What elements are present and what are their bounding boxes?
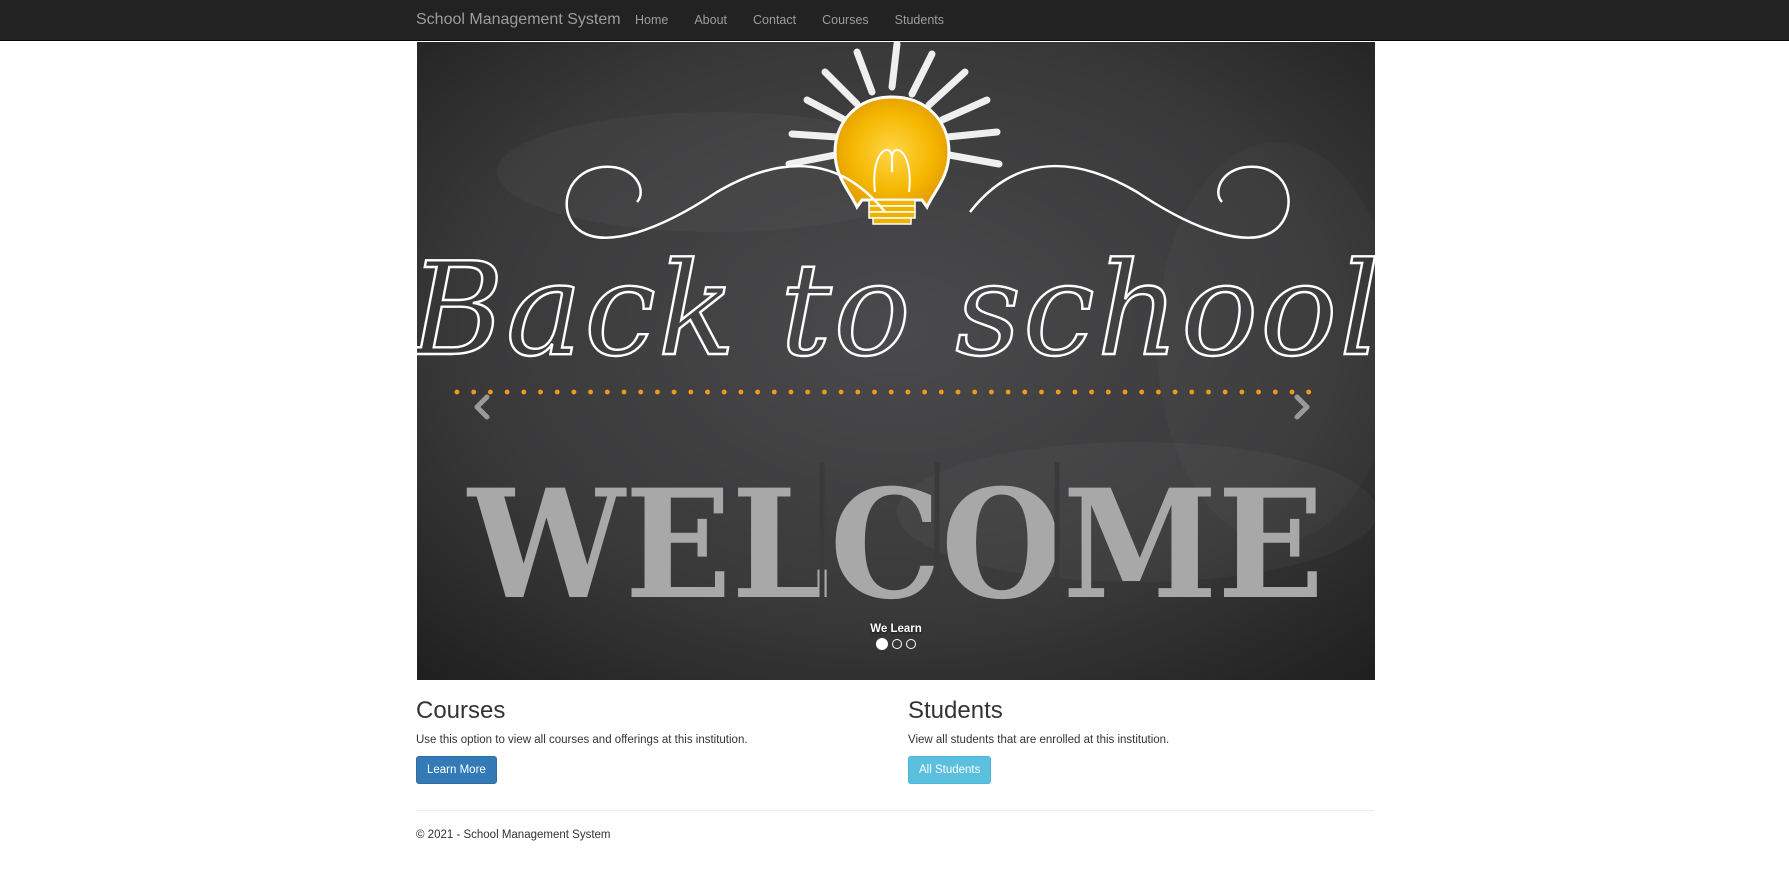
nav-link-about[interactable]: About [694,0,727,40]
carousel-slide-image: Back to school WELCOME [417,42,1375,680]
divider-dot [838,389,844,395]
carousel-next-control[interactable] [1287,387,1317,427]
chevron-right-icon [1294,394,1310,420]
nav-link-home[interactable]: Home [635,0,668,40]
nav-link-contact[interactable]: Contact [753,0,796,40]
divider-dot [1055,389,1061,395]
divider-dot [655,389,660,395]
divider-dot [938,389,944,395]
divider-dot [504,389,510,395]
divider-dot [1256,389,1261,395]
divider-dot [1139,389,1145,395]
divider-dot [955,389,961,395]
students-section: Students View all students that are enro… [908,694,1368,784]
navbar-brand[interactable]: School Management System [416,0,621,40]
divider-dot [1206,389,1211,395]
divider-dot [1072,389,1078,395]
divider-dot [822,389,827,395]
chevron-left-icon [474,394,490,420]
footer-divider [416,810,1374,811]
divider-dot [721,389,727,395]
divider-dot [1105,389,1111,395]
divider-dot [671,389,677,395]
nav-link-students[interactable]: Students [895,0,944,40]
divider-dot [805,389,811,395]
divider-dot [1156,389,1161,395]
students-heading: Students [908,697,1003,724]
carousel-indicators [417,638,1375,650]
divider-dot [588,389,593,395]
divider-dot [1189,389,1195,395]
learn-more-button[interactable]: Learn More [416,756,497,784]
divider-dot [1272,389,1278,395]
divider-dot [972,389,978,395]
courses-heading: Courses [416,697,506,724]
slide-subheading-text: WELCOME [466,457,1324,633]
divider-dot [755,389,760,395]
carousel-prev-control[interactable] [467,387,497,427]
divider-dot [571,389,577,395]
divider-dot [538,389,543,395]
courses-section: Courses Use this option to view all cour… [416,694,876,784]
courses-description: Use this option to view all courses and … [416,734,748,746]
divider-dot [521,389,527,395]
divider-dot [638,389,644,395]
divider-dot [1089,389,1094,395]
nav-link-courses[interactable]: Courses [822,0,869,40]
footer-text: © 2021 - School Management System [416,829,611,841]
divider-dot [621,389,627,395]
divider-dot [1022,389,1028,395]
carousel-caption: We Learn [870,623,922,635]
divider-dot [454,389,460,395]
divider-dot [1005,389,1011,395]
nav-links: Home About Contact Courses Students [635,0,970,40]
divider-dot [888,389,894,395]
divider-dot [738,389,744,395]
divider-dot [688,389,694,395]
divider-dot [705,389,710,395]
all-students-button[interactable]: All Students [908,756,992,784]
carousel-indicator-1[interactable] [876,638,888,650]
divider-dot [554,389,560,395]
divider-dot [1039,389,1044,395]
divider-dot [989,389,994,395]
divider-dot [872,389,877,395]
divider-dot [1122,389,1128,395]
students-description: View all students that are enrolled at t… [908,734,1170,746]
carousel: Back to school WELCOME We Learn [417,42,1375,680]
divider-dot [771,389,777,395]
divider-dot [855,389,861,395]
divider-dot [905,389,911,395]
divider-dot [1239,389,1245,395]
divider-dot [1172,389,1178,395]
divider-dot [604,389,610,395]
carousel-indicator-2[interactable] [892,639,902,649]
navbar: School Management System Home About Cont… [0,0,1789,41]
divider-dot [1222,389,1228,395]
carousel-indicator-3[interactable] [906,639,916,649]
slide-heading-text: Back to school [417,236,1375,385]
divider-dot [788,389,794,395]
divider-dot [922,389,927,395]
